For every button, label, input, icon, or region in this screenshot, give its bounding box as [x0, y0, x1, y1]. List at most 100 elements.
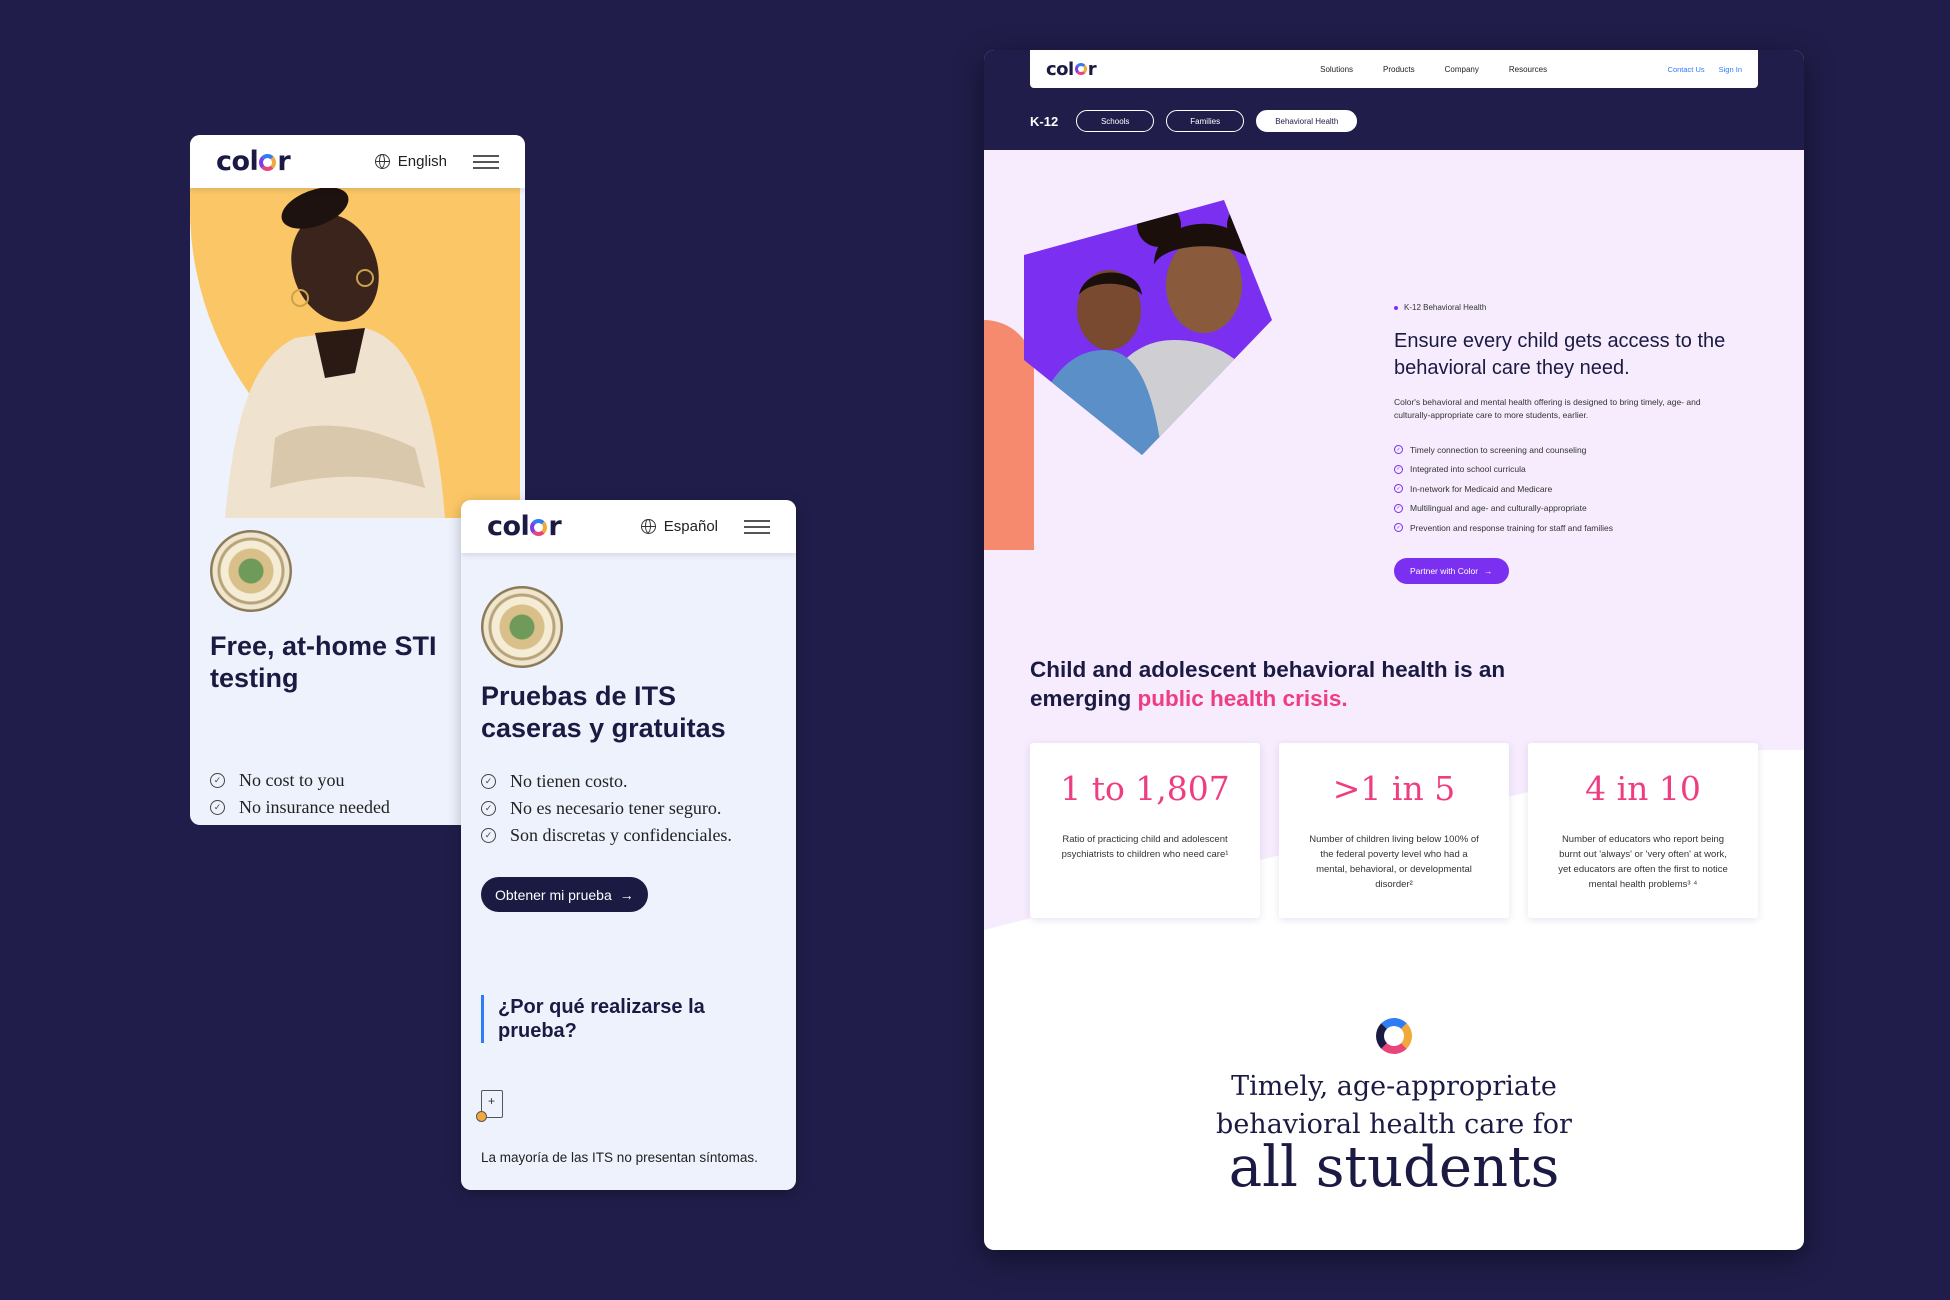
nav-company[interactable]: Company [1445, 65, 1479, 74]
eyebrow-text: K-12 Behavioral Health [1404, 303, 1487, 312]
benefit-text: No cost to you [239, 770, 345, 790]
button-label: Partner with Color [1410, 566, 1479, 576]
benefits-list: ✓ No tienen costo. ✓ No es necesario tener… [481, 768, 732, 849]
mobile-header: col r Español [461, 500, 796, 553]
list-item: ✓ Son discretas y confidenciales. [481, 822, 732, 849]
check-circle-icon: ✓ [1394, 523, 1403, 533]
crisis-highlight: public health crisis. [1137, 686, 1348, 711]
contact-us-link[interactable]: Contact Us [1668, 65, 1705, 74]
language-label: Español [663, 518, 718, 535]
stat-card: >1 in 5 Number of children living below … [1279, 743, 1509, 918]
language-selector[interactable]: English [374, 153, 447, 170]
feature-text: Timely connection to screening and couns… [1410, 444, 1587, 455]
logo-ring [259, 154, 277, 171]
mobile-screen-spanish: col r Español Pruebas de ITS caseras y gr… [461, 500, 796, 1190]
section-heading: ¿Por qué realizarse la prueba? [481, 995, 741, 1043]
tab-schools[interactable]: Schools [1076, 110, 1155, 132]
stat-value: >1 in 5 [1332, 769, 1456, 808]
list-item: ✓ No cost to you [210, 767, 390, 794]
check-circle-icon: ✓ [481, 801, 496, 816]
woman-photo [225, 188, 445, 518]
eyebrow: K-12 Behavioral Health [1394, 303, 1486, 312]
tab-behavioral-health[interactable]: Behavioral Health [1256, 110, 1358, 132]
language-selector[interactable]: Español [640, 518, 718, 535]
globe-icon [640, 519, 656, 534]
county-seal [210, 530, 292, 612]
nav-resources[interactable]: Resources [1509, 65, 1547, 74]
mobile-header: col r English [190, 135, 525, 188]
check-circle-icon: ✓ [481, 774, 496, 789]
feature-item: ✓ Prevention and response training for st… [1394, 518, 1613, 538]
stat-description: Number of educators who report being bur… [1558, 834, 1728, 890]
tab-families[interactable]: Families [1166, 110, 1245, 132]
stat-card: 4 in 10 Number of educators who report b… [1528, 743, 1758, 918]
section-label: K-12 [1030, 113, 1059, 129]
feature-text: In-network for Medicaid and Medicare [1410, 483, 1553, 494]
sign-in-link[interactable]: Sign In [1719, 65, 1742, 74]
top-nav: col r Solutions Products Company Resource… [1030, 50, 1758, 88]
partner-button[interactable]: Partner with Color → [1394, 558, 1509, 584]
color-logo[interactable]: col r [487, 511, 562, 542]
color-logo[interactable]: col r [216, 146, 291, 177]
bullet-dot [1394, 305, 1398, 310]
check-circle-icon: ✓ [481, 828, 496, 843]
logo-ring [1074, 63, 1087, 75]
tagline-emphasis: all students [1228, 1135, 1560, 1200]
tagline: Timely, age-appropriate behavioral healt… [984, 1068, 1804, 1144]
feature-item: ✓ Timely connection to screening and coun… [1394, 440, 1613, 460]
button-label: Obtener mi prueba [495, 886, 612, 903]
crisis-heading: Child and adolescent behavioral health i… [1030, 655, 1530, 713]
hero-headline: Ensure every child gets access to the be… [1394, 330, 1726, 379]
nav-products[interactable]: Products [1383, 65, 1415, 74]
hero-intro: Color's behavioral and mental health off… [1394, 397, 1701, 420]
stat-card: 1 to 1,807 Ratio of practicing child and… [1030, 743, 1260, 918]
desktop-screen: col r Solutions Products Company Resource… [984, 50, 1804, 1250]
color-ring-icon [1376, 1018, 1412, 1054]
arrow-right-icon: → [1484, 566, 1493, 576]
feature-text: Integrated into school curricula [1410, 464, 1526, 475]
arrow-right-icon: → [619, 886, 634, 903]
feature-text: Prevention and response training for sta… [1410, 522, 1614, 533]
benefit-text: No tienen costo. [510, 771, 628, 791]
feature-item: ✓ Integrated into school curricula [1394, 460, 1613, 480]
benefits-list: ✓ No cost to you ✓ No insurance needed [210, 767, 390, 821]
check-circle-icon: ✓ [210, 800, 225, 815]
hamburger-icon[interactable] [473, 154, 499, 169]
nav-right: Contact Us Sign In [1668, 65, 1742, 74]
globe-icon [374, 154, 390, 169]
hamburger-icon[interactable] [744, 519, 770, 534]
benefit-text: No es necesario tener seguro. [510, 798, 722, 818]
list-item: ✓ No es necesario tener seguro. [481, 795, 732, 822]
logo-ring [530, 519, 548, 536]
document-icon [476, 1090, 503, 1122]
nav-solutions[interactable]: Solutions [1320, 65, 1353, 74]
stat-description: Ratio of practicing child and adolescent… [1061, 834, 1229, 860]
benefit-text: Son discretas y confidenciales. [510, 825, 732, 845]
feature-item: ✓ In-network for Medicaid and Medicare [1394, 479, 1613, 499]
check-circle-icon: ✓ [210, 773, 225, 788]
list-item: ✓ No tienen costo. [481, 768, 732, 795]
county-seal [481, 586, 563, 668]
page-title: Pruebas de ITS caseras y gratuitas [481, 681, 726, 743]
check-circle-icon: ✓ [1394, 484, 1403, 494]
benefit-text: No insurance needed [239, 797, 390, 817]
section-subnav: K-12 Schools Families Behavioral Health [1030, 110, 1358, 132]
color-logo[interactable]: col r [1046, 59, 1097, 80]
children-photo [1024, 200, 1272, 455]
main-menu: Solutions Products Company Resources [1320, 65, 1547, 74]
check-circle-icon: ✓ [1394, 464, 1403, 474]
stat-value: 4 in 10 [1585, 769, 1701, 808]
info-text: La mayoría de las ITS no presentan sínto… [481, 1150, 758, 1165]
feature-item: ✓ Multilingual and age- and culturally-ap… [1394, 499, 1613, 519]
feature-text: Multilingual and age- and culturally-app… [1410, 503, 1587, 514]
check-circle-icon: ✓ [1394, 503, 1403, 513]
list-item: ✓ No insurance needed [210, 794, 390, 821]
tagline-text: Timely, age-appropriate behavioral healt… [1216, 1071, 1572, 1140]
check-circle-icon: ✓ [1394, 445, 1403, 455]
hero-image [190, 188, 525, 518]
stat-description: Number of children living below 100% of … [1309, 834, 1479, 890]
stat-value: 1 to 1,807 [1060, 769, 1230, 808]
language-label: English [397, 153, 447, 170]
get-test-button[interactable]: Obtener mi prueba → [481, 877, 648, 912]
feature-list: ✓ Timely connection to screening and coun… [1394, 440, 1613, 538]
